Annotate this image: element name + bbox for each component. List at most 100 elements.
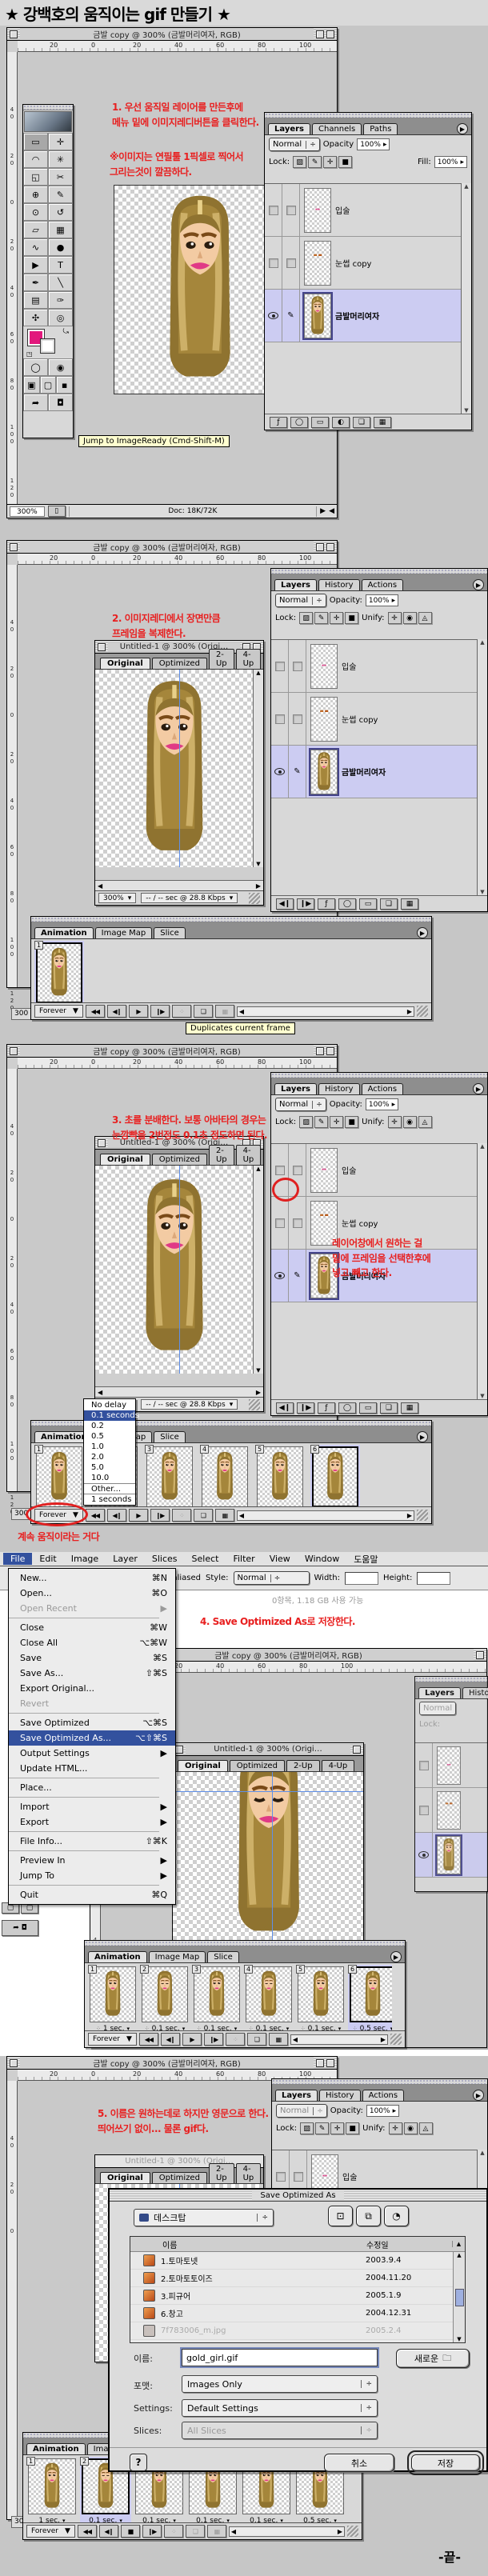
play-button[interactable]: ▶ [129,1509,148,1522]
lock-toggle[interactable]: ▨ [300,2122,314,2134]
animation-frame[interactable]: 1 1 sec.▾ [26,2457,78,2526]
rewind-button[interactable]: ◀◀ [86,1005,105,1018]
window-titlebar[interactable]: 금발 copy @ 300% (금발머리여자, RGB) [7,2057,337,2070]
close-box-icon[interactable] [10,30,18,38]
format-select[interactable]: Images Only÷ [182,2375,378,2393]
link-toggle[interactable]: ✎ [289,1250,306,1302]
file-menu-item[interactable]: Save Optimized ⌥⌘S [9,1715,175,1730]
next-frame-button[interactable]: ❙▶ [150,1005,170,1018]
swap-colors-icon[interactable]: ⤿ [63,328,70,336]
blend-mode-select[interactable]: Normal÷ [275,594,326,607]
lock-toggle[interactable]: ✎ [315,2122,329,2134]
link-toggle[interactable]: ✎ [282,184,300,236]
layer-row[interactable]: ✎ 금발머리여자 [271,746,477,798]
lock-toggle[interactable]: ▨ [299,1116,313,1128]
delay-menu-item[interactable]: 0.1 seconds [84,1410,135,1421]
palette-menu-icon[interactable]: ▶ [457,123,468,134]
palette-drag-bar[interactable] [265,113,471,118]
animation-frame[interactable]: 4 ⁘0.1 sec.▾ [244,1965,294,2034]
download-stats[interactable]: -- / -- sec @ 28.8 Kbps▾ [141,893,238,903]
palette-drag-bar[interactable] [271,1073,487,1078]
save-button[interactable]: 저장 [411,2454,480,2471]
toolbox-tool[interactable]: ● [48,238,73,256]
view-tab[interactable]: Optimized [230,1760,285,1771]
visibility-toggle[interactable] [271,693,289,745]
tween-button[interactable]: ⁘ [172,1509,191,1522]
frame-thumbnail[interactable] [350,1966,392,2022]
toolbox-tool[interactable]: ◎ [48,309,73,326]
view-tab[interactable]: 4-Up [236,1145,262,1165]
dialog-titlebar[interactable]: Save Optimized As [110,2190,486,2202]
delay-menu-item[interactable]: 1 seconds [84,1494,135,1504]
recents-button[interactable]: ◔ [384,2206,409,2226]
toolbox-tool[interactable]: ✎ [48,186,73,203]
toolbox-banner[interactable] [24,111,72,132]
layer-row[interactable]: ✎ 눈썹 copy [271,693,477,746]
zoom-box-icon[interactable] [316,1047,324,1055]
resize-grip[interactable] [347,2526,358,2537]
toolbox-tool[interactable]: ∿ [23,238,48,256]
layer-row[interactable]: ✎ 눈썹 copy [265,237,461,290]
layer-name[interactable]: 입술 [335,204,350,216]
visibility-toggle[interactable] [415,1788,433,1832]
palette-bottom-button[interactable]: ▦ [401,1402,418,1414]
file-menu-item[interactable]: Close All ⌥⌘W [9,1635,175,1650]
palette-menu-icon[interactable]: ▶ [473,2090,484,2101]
visibility-toggle[interactable] [271,1250,289,1302]
unify-toggle[interactable]: ◬ [418,1116,432,1128]
palette-bottom-button[interactable]: ❙▶ [297,1402,314,1414]
default-colors-icon[interactable]: ◳ [26,350,33,358]
lock-toggle[interactable]: ✛ [330,1116,343,1128]
palette-scrollbar[interactable]: ▲▼ [477,639,487,895]
animation-frame[interactable]: 5 ⁘0.1 sec.▾ [296,1965,346,2034]
frame-thumbnail[interactable] [312,1446,358,1507]
menu-bar-item[interactable]: View [262,1553,298,1565]
delay-menu-item[interactable]: 1.0 [84,1442,135,1452]
view-tab[interactable]: 2-Up [209,649,234,669]
palette-tab[interactable]: History [318,1083,360,1094]
frame-thumbnail[interactable] [246,1966,292,2022]
duplicate-frame-button[interactable]: ❏ [247,2033,266,2046]
palette-drag-bar[interactable] [85,1941,405,1946]
file-menu-item[interactable]: New... ⌘N [9,1570,175,1586]
link-toggle[interactable]: ✎ [289,693,306,745]
tween-button[interactable]: ⁘ [172,1005,191,1018]
rewind-button[interactable]: ◀◀ [86,1509,105,1522]
delay-menu-item[interactable]: Other... [84,1483,135,1494]
unify-toggle[interactable]: ◬ [418,612,432,624]
palette-bottom-button[interactable]: ◯ [338,898,356,910]
file-menu-item[interactable]: Import ▶ [9,1799,175,1814]
resize-grip[interactable] [249,1399,260,1410]
toolbox-tool[interactable]: ◱ [23,168,48,186]
link-toggle[interactable]: ✎ [289,1197,306,1249]
blend-mode-select[interactable]: Normal÷ [276,2104,327,2118]
toolbox-tool[interactable]: T [48,256,73,274]
layer-row[interactable]: ✎ 입술 [265,184,461,237]
delay-menu-item[interactable]: 10.0 [84,1473,135,1483]
document-canvas[interactable] [114,185,286,394]
toolbox-tool[interactable]: ╲ [48,274,73,291]
scroll-thumb[interactable] [455,2289,464,2306]
file-row[interactable]: 1.토마토넷 2003.9.4 [130,2252,465,2270]
palette-scrollbar[interactable]: ▲▼ [461,183,471,414]
file-row[interactable]: 3.피규어 2005.1.9 [130,2287,465,2305]
screen-mode-button[interactable]: ▣ [23,376,40,394]
next-frame-button[interactable]: ❙▶ [204,2033,223,2046]
visibility-toggle[interactable] [265,184,282,236]
toolbox-tool[interactable]: ✑ [48,291,73,309]
collapse-box-icon[interactable] [326,30,334,38]
palette-tab[interactable]: Actions [362,579,404,590]
tween-button[interactable]: ⁘ [226,2033,245,2046]
collapse-box-icon[interactable] [326,1047,334,1055]
link-toggle[interactable]: ✎ [289,640,306,692]
mask-mode-button[interactable]: ◯ [23,358,48,376]
zoom-box-icon[interactable] [476,1651,484,1659]
style-select[interactable]: Normal÷ [234,1571,310,1585]
toolbox-tool[interactable]: ▦ [48,221,73,238]
settings-select[interactable]: Default Settings÷ [182,2399,378,2417]
toolbox-tool[interactable]: ✳ [48,150,73,168]
palette-tab[interactable]: Paths [363,123,398,134]
layer-name[interactable]: 입술 [342,1164,356,1176]
palette-bottom-button[interactable]: ◯ [338,1402,356,1414]
frame-thumbnail[interactable] [146,1446,193,1507]
